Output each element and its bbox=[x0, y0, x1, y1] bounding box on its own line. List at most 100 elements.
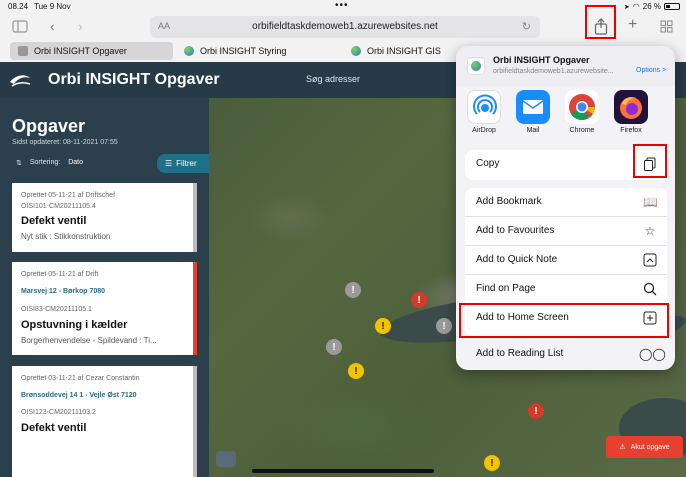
action-add-reading-list[interactable]: Add to Reading List ◯◯ bbox=[465, 340, 667, 369]
tab-favicon bbox=[351, 46, 361, 56]
card-address: Brønsoddevej 14 1 - Vejle Øst 7120 bbox=[21, 392, 137, 399]
status-bar-stripe bbox=[193, 366, 197, 477]
card-id: OISI101-CM20211105.4 bbox=[21, 203, 96, 210]
card-address: Marsvej 12 - Børkop 7080 bbox=[21, 288, 106, 295]
share-app-airdrop[interactable]: AirDrop bbox=[464, 90, 504, 134]
new-tab-icon[interactable]: + bbox=[628, 16, 637, 34]
tab-favicon bbox=[184, 46, 194, 56]
card-meta: Oprettet 05-11-21 af Driftschef bbox=[21, 192, 116, 199]
card-meta: Oprettet 05-11-21 af Drift bbox=[21, 271, 99, 278]
airdrop-icon bbox=[467, 90, 501, 124]
share-app-chrome[interactable]: Chrome bbox=[562, 90, 602, 134]
home-screen-highlight bbox=[459, 303, 669, 338]
app-label: Chrome bbox=[569, 127, 595, 134]
tab-overview-icon[interactable] bbox=[660, 20, 673, 33]
card-title: Defekt ventil bbox=[21, 215, 87, 227]
options-button[interactable]: Options > bbox=[636, 67, 666, 74]
share-app-mail[interactable]: Mail bbox=[513, 90, 553, 134]
magnifier-icon bbox=[643, 282, 657, 296]
orbi-logo-icon bbox=[10, 75, 31, 87]
page-title: Opgaver bbox=[12, 116, 86, 136]
tab-opgaver[interactable]: Orbi INSIGHT Opgaver bbox=[10, 42, 173, 60]
card-title: Defekt ventil bbox=[21, 422, 87, 434]
wifi-icon: ◠ bbox=[632, 2, 640, 11]
map-marker-alert[interactable]: ! bbox=[411, 292, 427, 308]
address-bar[interactable]: AA orbifieldtaskdemoweb1.azurewebsites.n… bbox=[150, 16, 540, 38]
action-find-on-page[interactable]: Find on Page bbox=[465, 275, 667, 304]
location-icon: ➤ bbox=[623, 3, 630, 11]
status-bar: 08.24 Tue 9 Nov ••• ➤ ◠ 26 % bbox=[0, 0, 686, 14]
akut-label: Akut opgave bbox=[630, 443, 670, 451]
status-date: Tue 9 Nov bbox=[34, 2, 71, 11]
tab-gis[interactable]: Orbi INSIGHT GIS bbox=[343, 42, 453, 60]
back-icon[interactable]: ‹ bbox=[50, 18, 55, 34]
map-layers-button[interactable] bbox=[216, 451, 236, 467]
share-app-firefox[interactable]: Firefox bbox=[611, 90, 651, 134]
share-apps-row: AirDrop Mail Chrome Firefox bbox=[456, 86, 675, 141]
glasses-icon: ◯◯ bbox=[639, 347, 666, 361]
status-time: 08.24 bbox=[8, 2, 29, 11]
star-icon: ☆ bbox=[644, 224, 656, 238]
multitask-dots-icon[interactable]: ••• bbox=[335, 0, 349, 11]
url-text[interactable]: orbifieldtaskdemoweb1.azurewebsites.net bbox=[150, 21, 540, 32]
task-card[interactable]: Oprettet 05-11-21 af Drift Marsvej 12 - … bbox=[12, 262, 197, 355]
action-label: Find on Page bbox=[476, 283, 536, 294]
tab-label: Orbi INSIGHT Styring bbox=[200, 46, 287, 56]
share-button-highlight bbox=[585, 5, 616, 39]
action-add-favourites[interactable]: Add to Favourites ☆ bbox=[465, 217, 667, 246]
card-subtitle: Borgerhenvendelse - Spildevand : Ti... bbox=[21, 336, 157, 345]
action-label: Add Bookmark bbox=[476, 196, 542, 207]
filter-button[interactable]: ☰ Filtrer bbox=[157, 154, 209, 173]
action-label: Copy bbox=[476, 158, 500, 169]
tab-label: Orbi INSIGHT GIS bbox=[367, 46, 441, 56]
action-add-quick-note[interactable]: Add to Quick Note bbox=[465, 246, 667, 275]
task-card[interactable]: Oprettet 05-11-21 af Driftschef OISI101-… bbox=[12, 183, 197, 252]
map-marker-warning[interactable]: ! bbox=[345, 282, 361, 298]
map-marker-warning[interactable]: ! bbox=[375, 318, 391, 334]
sort-value: Dato bbox=[68, 159, 84, 166]
site-title: Orbi INSIGHT Opgaver bbox=[493, 55, 590, 65]
map-marker-warning[interactable]: ! bbox=[436, 318, 452, 334]
book-icon: 📖 bbox=[643, 195, 658, 209]
status-bar-stripe bbox=[193, 262, 197, 355]
filter-label: Filtrer bbox=[176, 159, 197, 168]
app-label: AirDrop bbox=[472, 127, 496, 134]
sort-icon: ⇅ bbox=[16, 160, 22, 167]
sort-control[interactable]: ⇅ Sortering: Dato bbox=[16, 159, 83, 167]
card-id: OISI123-CM20211103.2 bbox=[21, 409, 96, 416]
action-label: Add to Quick Note bbox=[476, 254, 558, 265]
akut-opgave-button[interactable]: ⚠ Akut opgave bbox=[606, 436, 683, 458]
tab-favicon bbox=[18, 46, 28, 56]
card-subtitle: Nyt stik : Stikkonstruktion bbox=[21, 232, 111, 241]
copy-icon-highlight bbox=[633, 144, 667, 178]
battery-icon bbox=[664, 3, 680, 10]
alarm-icon: ⚠ bbox=[619, 444, 626, 451]
tab-label: Orbi INSIGHT Opgaver bbox=[34, 46, 127, 56]
status-indicators: ➤ ◠ 26 % bbox=[624, 2, 680, 11]
sort-label: Sortering: bbox=[29, 159, 61, 166]
map-marker-warning[interactable]: ! bbox=[326, 339, 342, 355]
tab-styring[interactable]: Orbi INSIGHT Styring bbox=[176, 42, 339, 60]
address-search-input[interactable]: Søg adresser bbox=[306, 74, 360, 84]
battery-text: 26 % bbox=[642, 2, 661, 11]
map-marker-warning[interactable]: ! bbox=[348, 363, 364, 379]
mail-icon bbox=[516, 90, 550, 124]
task-card[interactable]: Oprettet 03-11-21 af Cezar Constantin Br… bbox=[12, 366, 197, 477]
app-title: Orbi INSIGHT Opgaver bbox=[48, 71, 220, 88]
app-label: Mail bbox=[526, 127, 540, 134]
map-marker-alert[interactable]: ! bbox=[528, 403, 544, 419]
action-label: Add to Reading List bbox=[476, 348, 564, 359]
map-marker-warning[interactable]: ! bbox=[484, 455, 500, 471]
forward-icon[interactable]: › bbox=[78, 18, 83, 34]
firefox-icon bbox=[614, 90, 648, 124]
site-url: orbifieldtaskdemoweb1.azurewebsite... bbox=[493, 68, 614, 75]
share-sheet-header: Orbi INSIGHT Opgaver orbifieldtaskdemowe… bbox=[456, 46, 675, 86]
reading-list-group: Add to Reading List ◯◯ bbox=[465, 340, 667, 370]
reload-icon[interactable]: ↻ bbox=[522, 20, 531, 33]
browser-toolbar: ‹ › AA orbifieldtaskdemoweb1.azurewebsit… bbox=[0, 14, 686, 40]
action-label: Add to Favourites bbox=[476, 225, 555, 236]
filter-sliders-icon: ☰ bbox=[165, 159, 173, 168]
home-indicator bbox=[252, 469, 434, 473]
action-add-bookmark[interactable]: Add Bookmark 📖 bbox=[465, 188, 667, 217]
sidebar-toggle-icon[interactable] bbox=[12, 20, 28, 33]
